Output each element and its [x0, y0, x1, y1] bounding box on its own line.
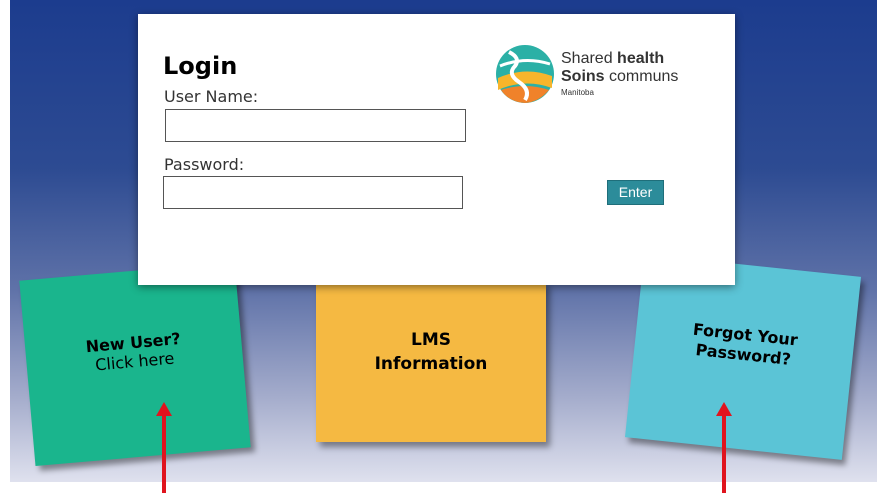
- logo-line2-bold: Soins: [561, 68, 605, 85]
- lms-line1[interactable]: LMS: [316, 328, 546, 352]
- arrow-up-icon: [156, 402, 172, 493]
- shared-health-logo-icon: [496, 45, 554, 103]
- new-user-note-text[interactable]: New User? Click here: [25, 324, 243, 381]
- lms-line2[interactable]: Information: [316, 352, 546, 376]
- enter-button[interactable]: Enter: [607, 180, 664, 205]
- login-card: Login User Name: Password: Enter Shared …: [138, 14, 735, 285]
- lms-information-note[interactable]: LMS Information: [316, 282, 546, 442]
- logo-line2: Soins communs: [561, 68, 678, 86]
- password-input[interactable]: [163, 176, 463, 209]
- lms-note-text[interactable]: LMS Information: [316, 328, 546, 376]
- logo-line1: Shared health: [561, 50, 664, 68]
- arrow-up-icon: [716, 402, 732, 493]
- username-label: User Name:: [164, 87, 259, 106]
- logo-line1-bold: health: [617, 50, 665, 67]
- username-input[interactable]: [165, 109, 466, 142]
- forgot-note-text[interactable]: Forgot Your Password?: [634, 314, 855, 377]
- logo-line3: Manitoba: [561, 88, 594, 97]
- login-title: Login: [163, 52, 238, 80]
- new-user-note[interactable]: New User? Click here: [19, 261, 251, 467]
- password-label: Password:: [164, 155, 245, 174]
- logo-line1-regular: Shared: [561, 50, 613, 67]
- shared-health-logo: Shared health Soins communs Manitoba: [495, 44, 705, 106]
- logo-line2-regular: communs: [609, 68, 679, 85]
